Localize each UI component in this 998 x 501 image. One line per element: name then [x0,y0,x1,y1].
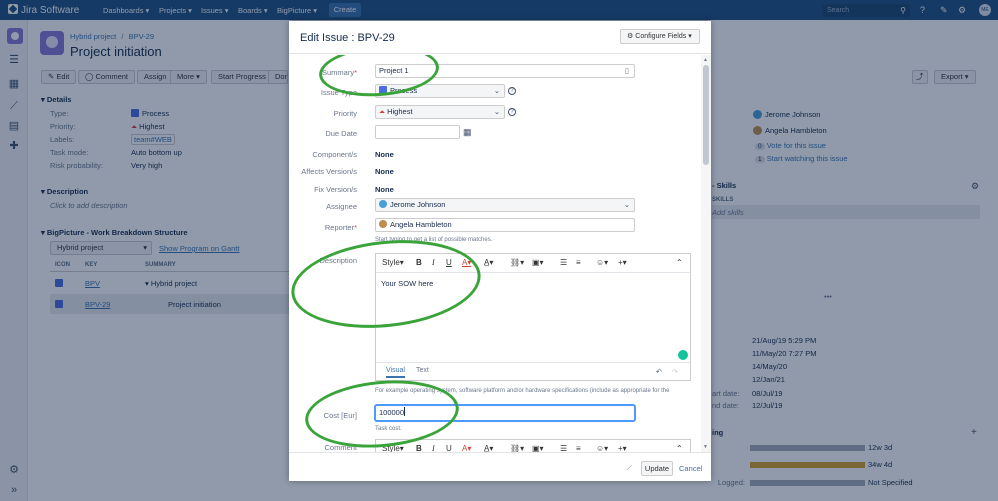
gear-icon: ⚙ [627,33,634,40]
numbered-list-button[interactable]: ≡ [576,258,581,267]
link-button[interactable]: ⛓▾ [510,444,524,452]
highest-priority-icon: ⏶ [379,107,388,116]
grammarly-icon[interactable] [678,350,688,360]
bold-button[interactable]: B [416,444,422,452]
comment-toolbar: Style▾ B I U A▾ A̲▾ ⛓▾ ▣▾ ☰ ≡ ☺▾ +▾ ⌃ [376,440,690,452]
emoji-button[interactable]: ☺▾ [596,258,608,267]
collapse-toolbar-icon[interactable]: ⌃ [676,258,683,267]
assignee-label: Assignee [326,202,357,211]
link-button[interactable]: ⛓▾ [510,258,524,267]
undo-icon[interactable]: ↶ [656,368,662,376]
priority-label: Priority [333,109,357,118]
update-button[interactable]: Update [641,461,673,476]
emoji-button[interactable]: ☺▾ [596,444,608,452]
configure-fields-button[interactable]: ⚙ Configure Fields ▾ [620,29,700,44]
components-label: Component/s [312,150,357,159]
due-date-input[interactable] [375,125,460,139]
comment-editor: Style▾ B I U A▾ A̲▾ ⛓▾ ▣▾ ☰ ≡ ☺▾ +▾ ⌃ [375,439,691,452]
scroll-up-icon[interactable]: ▲ [703,57,708,63]
attachment-button[interactable]: ▣▾ [532,444,544,452]
priority-select[interactable]: ⏶ Highest ⌄ [375,105,505,119]
chevron-down-icon: ⌄ [493,107,500,116]
more-formatting-button[interactable]: A̲▾ [484,258,493,267]
affects-version-label: Affects Version/s [301,167,357,176]
reporter-input[interactable]: Angela Hambleton [375,218,635,232]
more-formatting-button[interactable]: A̲▾ [484,444,493,452]
components-value[interactable]: None [375,150,394,159]
collapse-toolbar-icon[interactable]: ⌃ [676,444,683,452]
dialog-footer: ⟋ Update Cancel [289,452,711,481]
chevron-down-icon: ⌄ [623,200,630,209]
insert-more-button[interactable]: +▾ [618,444,627,452]
chevron-down-icon: ⌄ [493,86,500,95]
assignee-select[interactable]: Jerome Johnson ⌄ [375,198,635,212]
calendar-icon[interactable]: ▦ [463,127,472,138]
bullet-list-button[interactable]: ☰ [560,444,567,452]
avatar [379,220,387,228]
fix-version-value[interactable]: None [375,185,394,194]
underline-button[interactable]: U [446,444,452,452]
numbered-list-button[interactable]: ≡ [576,444,581,452]
italic-button[interactable]: I [432,444,435,452]
scroll-down-icon[interactable]: ▼ [703,444,708,450]
insert-more-button[interactable]: +▾ [618,258,627,267]
tab-text[interactable]: Text [416,367,429,374]
redo-icon[interactable]: ↷ [672,368,678,376]
dialog-body: Summary* Project 1 ▯ Issue Type Process ⌄ … [289,55,701,452]
divider [376,362,690,363]
text-color-button[interactable]: A▾ [462,444,471,452]
affects-version-value[interactable]: None [375,167,394,176]
help-icon[interactable]: ? [508,87,516,95]
edit-issue-dialog: Edit Issue : BPV-29 ⚙ Configure Fields ▾ … [289,21,711,481]
help-icon[interactable]: ? [508,108,516,116]
fix-version-label: Fix Version/s [314,185,357,194]
avatar [379,200,387,208]
attachment-button[interactable]: ▣▾ [532,258,544,267]
due-date-label: Due Date [325,129,357,138]
tab-visual[interactable]: Visual [386,367,405,378]
dialog-header: Edit Issue : BPV-29 ⚙ Configure Fields ▾ [289,21,711,54]
dialog-scrollbar-thumb[interactable] [703,65,709,165]
reporter-label: Reporter* [324,223,357,232]
resize-handle-icon[interactable]: ⟋ [627,465,632,473]
cancel-button[interactable]: Cancel [679,464,702,473]
bullet-list-button[interactable]: ☰ [560,258,567,267]
dialog-title: Edit Issue : BPV-29 [300,32,395,44]
text-field-icon: ▯ [624,66,629,75]
